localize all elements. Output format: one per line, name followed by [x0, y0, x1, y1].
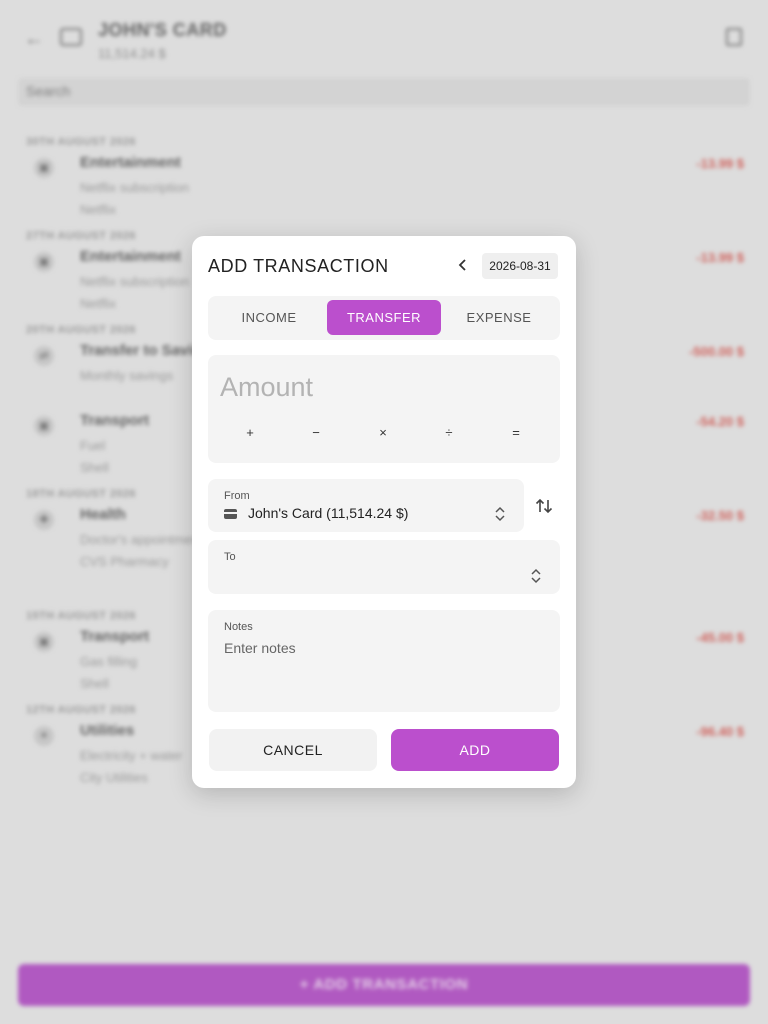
updown-chevron-icon	[531, 568, 541, 584]
calculator-operators: + − × ÷ =	[208, 421, 560, 445]
notes-label: Notes	[224, 621, 253, 633]
to-account-select[interactable]: To	[208, 540, 560, 594]
amount-input[interactable]	[220, 369, 550, 405]
equals-button[interactable]: =	[502, 421, 530, 445]
amount-panel: + − × ÷ =	[208, 355, 560, 463]
previous-date-button[interactable]	[454, 256, 472, 276]
add-button[interactable]: ADD	[391, 729, 559, 771]
swap-accounts-button[interactable]	[532, 494, 556, 518]
tab-income[interactable]: INCOME	[212, 300, 326, 335]
chevron-left-icon	[458, 259, 466, 271]
to-label: To	[224, 551, 236, 563]
notes-field: Notes	[208, 610, 560, 712]
updown-chevron-icon	[495, 506, 505, 522]
tab-transfer[interactable]: TRANSFER	[327, 300, 441, 335]
divide-button[interactable]: ÷	[435, 421, 463, 445]
cancel-button[interactable]: CANCEL	[209, 729, 377, 771]
notes-input[interactable]	[224, 640, 544, 700]
dialog-title: ADD TRANSACTION	[208, 256, 389, 276]
multiply-button[interactable]: ×	[369, 421, 397, 445]
add-transaction-dialog: ADD TRANSACTION 2026-08-31 INCOME TRANSF…	[192, 236, 576, 788]
plus-button[interactable]: +	[236, 421, 264, 445]
date-picker-button[interactable]: 2026-08-31	[482, 253, 558, 279]
from-label: From	[224, 490, 250, 502]
tab-expense[interactable]: EXPENSE	[442, 300, 556, 335]
swap-vertical-icon	[535, 498, 553, 514]
transaction-type-selector: INCOME TRANSFER EXPENSE	[208, 296, 560, 340]
card-icon	[224, 509, 237, 519]
from-account-select[interactable]: From John's Card (11,514.24 $)	[208, 479, 524, 532]
from-account-value: John's Card (11,514.24 $)	[248, 505, 409, 521]
minus-button[interactable]: −	[302, 421, 330, 445]
